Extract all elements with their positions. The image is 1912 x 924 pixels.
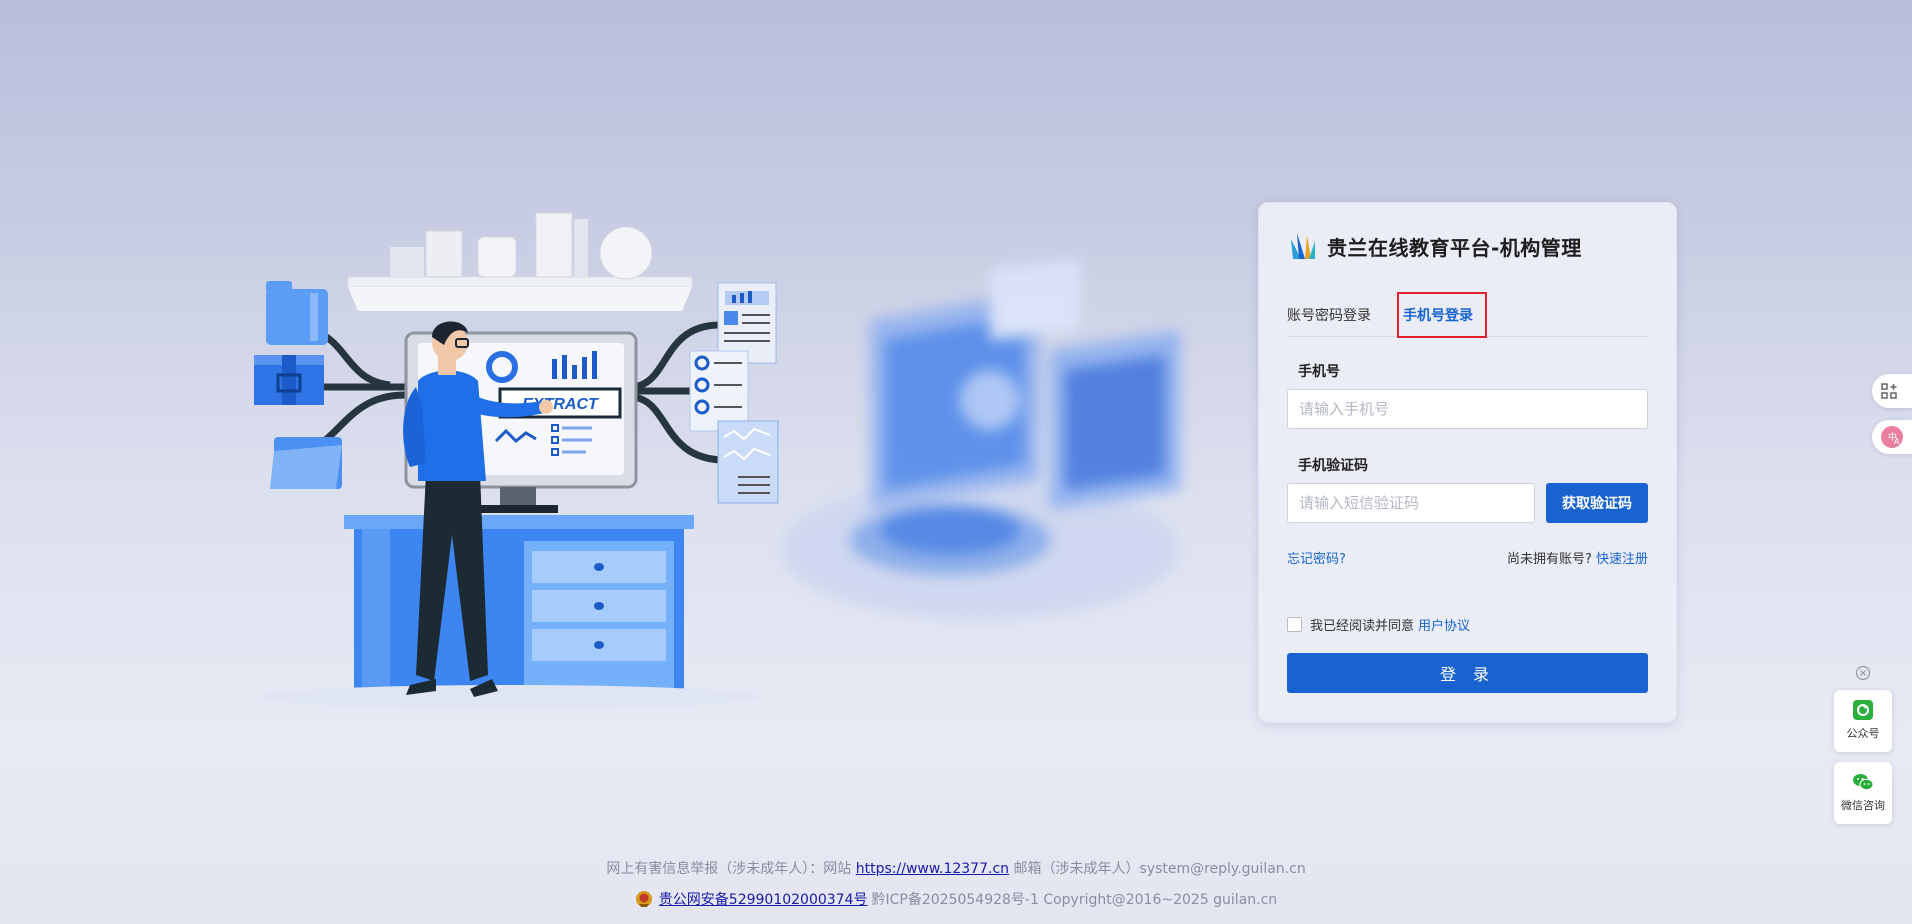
side-grid-button[interactable] <box>1872 374 1912 408</box>
tab-highlight-box <box>1397 292 1487 338</box>
agreement-text: 我已经阅读并同意 <box>1310 619 1415 634</box>
phone-input[interactable] <box>1287 389 1648 429</box>
brand-title: 贵兰在线教育平台-机构管理 <box>1327 235 1582 260</box>
no-account-text: 尚未拥有账号? <box>1506 552 1592 567</box>
login-button[interactable]: 登 录 <box>1287 653 1648 693</box>
wechat-consult-button[interactable]: 微信咨询 <box>1834 762 1892 824</box>
official-account-icon <box>1853 700 1873 720</box>
police-badge-icon <box>635 891 652 907</box>
brand-logo-icon <box>1291 233 1315 259</box>
quick-register-link[interactable]: 快速注册 <box>1596 552 1648 567</box>
hero-illustration: EXTRACT <box>0 0 1280 924</box>
footer-12377-link[interactable]: https://www.12377.cn <box>856 861 1009 877</box>
official-account-button[interactable]: 公众号 <box>1834 690 1892 752</box>
side-translate-button[interactable]: 中 A <box>1872 420 1912 454</box>
register-prompt: 尚未拥有账号? 快速注册 <box>1507 548 1648 567</box>
translate-icon: 中 A <box>1881 426 1903 448</box>
sms-code-label: 手机验证码 <box>1298 458 1368 474</box>
footer-icp-line: 贵公网安备52990102000374号 黔ICP备2025054928号-1 … <box>0 889 1912 909</box>
footer-icp-text: 黔ICP备2025054928号-1 Copyright@2016~2025 g… <box>871 892 1278 908</box>
blurred-platform-graphic <box>780 260 1180 620</box>
login-card: 贵兰在线教育平台-机构管理 账号密码登录 手机号登录 手机号 手机验证码 获取验… <box>1258 202 1677 723</box>
svg-text:A: A <box>1894 437 1900 446</box>
get-code-button[interactable]: 获取验证码 <box>1546 483 1648 523</box>
wechat-consult-label: 微信咨询 <box>1841 799 1885 812</box>
footer-email-text: 邮箱（涉未成年人）system@reply.guilan.cn <box>1013 861 1306 877</box>
sms-code-input[interactable] <box>1287 483 1535 523</box>
official-account-label: 公众号 <box>1846 727 1880 740</box>
close-float-icon[interactable] <box>1855 665 1871 681</box>
grid-add-icon <box>1881 383 1897 399</box>
brand-header: 贵兰在线教育平台-机构管理 <box>1287 231 1582 261</box>
user-agreement-link[interactable]: 用户协议 <box>1418 615 1470 634</box>
agreement-row: 我已经阅读并同意 用户协议 <box>1287 615 1470 634</box>
footer-police-link[interactable]: 贵公网安备52990102000374号 <box>659 889 868 909</box>
wechat-icon <box>1853 774 1874 791</box>
agreement-checkbox[interactable] <box>1287 617 1302 632</box>
phone-label: 手机号 <box>1298 364 1340 380</box>
forgot-password-link[interactable]: 忘记密码? <box>1287 548 1346 567</box>
worker-at-computer-graphic: EXTRACT <box>254 212 779 709</box>
footer-report-line: 网上有害信息举报（涉未成年人）：网站 https://www.12377.cn … <box>0 858 1912 878</box>
footer-report-text: 网上有害信息举报（涉未成年人）：网站 <box>606 861 852 877</box>
tab-account-password[interactable]: 账号密码登录 <box>1287 295 1371 337</box>
